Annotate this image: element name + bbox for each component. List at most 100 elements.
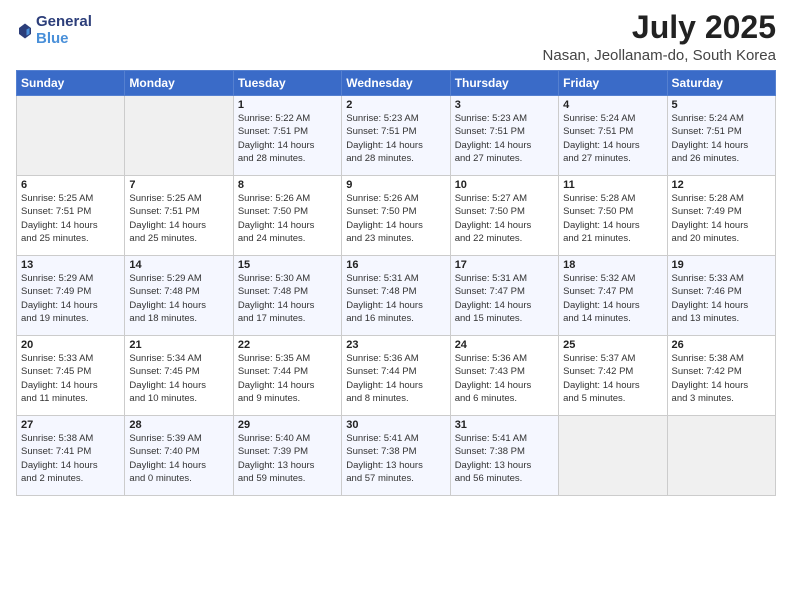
day-number: 10 xyxy=(455,179,554,191)
calendar-cell xyxy=(17,96,125,176)
cell-content: Sunrise: 5:31 AM Sunset: 7:48 PM Dayligh… xyxy=(346,272,445,325)
calendar-cell: 28Sunrise: 5:39 AM Sunset: 7:40 PM Dayli… xyxy=(125,416,233,496)
day-number: 8 xyxy=(238,179,337,191)
logo-text: General Blue xyxy=(36,14,92,47)
cell-content: Sunrise: 5:34 AM Sunset: 7:45 PM Dayligh… xyxy=(129,352,228,405)
calendar-cell: 15Sunrise: 5:30 AM Sunset: 7:48 PM Dayli… xyxy=(233,256,341,336)
logo-icon xyxy=(16,22,34,40)
cell-content: Sunrise: 5:40 AM Sunset: 7:39 PM Dayligh… xyxy=(238,432,337,485)
day-number: 1 xyxy=(238,99,337,111)
cell-content: Sunrise: 5:26 AM Sunset: 7:50 PM Dayligh… xyxy=(346,192,445,245)
day-number: 26 xyxy=(672,339,771,351)
week-row-3: 13Sunrise: 5:29 AM Sunset: 7:49 PM Dayli… xyxy=(17,256,776,336)
cell-content: Sunrise: 5:33 AM Sunset: 7:46 PM Dayligh… xyxy=(672,272,771,325)
calendar-cell xyxy=(667,416,775,496)
cell-content: Sunrise: 5:29 AM Sunset: 7:48 PM Dayligh… xyxy=(129,272,228,325)
calendar-cell: 8Sunrise: 5:26 AM Sunset: 7:50 PM Daylig… xyxy=(233,176,341,256)
cell-content: Sunrise: 5:23 AM Sunset: 7:51 PM Dayligh… xyxy=(455,112,554,165)
day-number: 19 xyxy=(672,259,771,271)
cell-content: Sunrise: 5:24 AM Sunset: 7:51 PM Dayligh… xyxy=(563,112,662,165)
col-monday: Monday xyxy=(125,71,233,96)
calendar-cell: 2Sunrise: 5:23 AM Sunset: 7:51 PM Daylig… xyxy=(342,96,450,176)
col-friday: Friday xyxy=(559,71,667,96)
day-number: 23 xyxy=(346,339,445,351)
calendar-cell: 19Sunrise: 5:33 AM Sunset: 7:46 PM Dayli… xyxy=(667,256,775,336)
week-row-5: 27Sunrise: 5:38 AM Sunset: 7:41 PM Dayli… xyxy=(17,416,776,496)
week-row-2: 6Sunrise: 5:25 AM Sunset: 7:51 PM Daylig… xyxy=(17,176,776,256)
cell-content: Sunrise: 5:27 AM Sunset: 7:50 PM Dayligh… xyxy=(455,192,554,245)
day-number: 6 xyxy=(21,179,120,191)
calendar-cell xyxy=(559,416,667,496)
calendar-cell: 3Sunrise: 5:23 AM Sunset: 7:51 PM Daylig… xyxy=(450,96,558,176)
calendar-cell: 4Sunrise: 5:24 AM Sunset: 7:51 PM Daylig… xyxy=(559,96,667,176)
cell-content: Sunrise: 5:25 AM Sunset: 7:51 PM Dayligh… xyxy=(129,192,228,245)
day-number: 5 xyxy=(672,99,771,111)
col-tuesday: Tuesday xyxy=(233,71,341,96)
col-thursday: Thursday xyxy=(450,71,558,96)
calendar-page: General Blue July 2025 Nasan, Jeollanam-… xyxy=(0,0,792,612)
calendar-cell: 16Sunrise: 5:31 AM Sunset: 7:48 PM Dayli… xyxy=(342,256,450,336)
day-number: 13 xyxy=(21,259,120,271)
calendar-cell: 5Sunrise: 5:24 AM Sunset: 7:51 PM Daylig… xyxy=(667,96,775,176)
cell-content: Sunrise: 5:38 AM Sunset: 7:41 PM Dayligh… xyxy=(21,432,120,485)
calendar-cell: 31Sunrise: 5:41 AM Sunset: 7:38 PM Dayli… xyxy=(450,416,558,496)
calendar-body: 1Sunrise: 5:22 AM Sunset: 7:51 PM Daylig… xyxy=(17,96,776,496)
calendar-cell: 30Sunrise: 5:41 AM Sunset: 7:38 PM Dayli… xyxy=(342,416,450,496)
week-row-1: 1Sunrise: 5:22 AM Sunset: 7:51 PM Daylig… xyxy=(17,96,776,176)
cell-content: Sunrise: 5:32 AM Sunset: 7:47 PM Dayligh… xyxy=(563,272,662,325)
cell-content: Sunrise: 5:31 AM Sunset: 7:47 PM Dayligh… xyxy=(455,272,554,325)
day-number: 27 xyxy=(21,419,120,431)
calendar-cell: 10Sunrise: 5:27 AM Sunset: 7:50 PM Dayli… xyxy=(450,176,558,256)
cell-content: Sunrise: 5:33 AM Sunset: 7:45 PM Dayligh… xyxy=(21,352,120,405)
col-sunday: Sunday xyxy=(17,71,125,96)
col-saturday: Saturday xyxy=(667,71,775,96)
calendar-cell: 9Sunrise: 5:26 AM Sunset: 7:50 PM Daylig… xyxy=(342,176,450,256)
calendar-cell: 20Sunrise: 5:33 AM Sunset: 7:45 PM Dayli… xyxy=(17,336,125,416)
header-row: Sunday Monday Tuesday Wednesday Thursday… xyxy=(17,71,776,96)
day-number: 12 xyxy=(672,179,771,191)
calendar-cell xyxy=(125,96,233,176)
day-number: 4 xyxy=(563,99,662,111)
day-number: 28 xyxy=(129,419,228,431)
day-number: 17 xyxy=(455,259,554,271)
cell-content: Sunrise: 5:36 AM Sunset: 7:43 PM Dayligh… xyxy=(455,352,554,405)
calendar-table: Sunday Monday Tuesday Wednesday Thursday… xyxy=(16,70,776,496)
calendar-cell: 1Sunrise: 5:22 AM Sunset: 7:51 PM Daylig… xyxy=(233,96,341,176)
day-number: 18 xyxy=(563,259,662,271)
cell-content: Sunrise: 5:37 AM Sunset: 7:42 PM Dayligh… xyxy=(563,352,662,405)
day-number: 29 xyxy=(238,419,337,431)
week-row-4: 20Sunrise: 5:33 AM Sunset: 7:45 PM Dayli… xyxy=(17,336,776,416)
calendar-cell: 24Sunrise: 5:36 AM Sunset: 7:43 PM Dayli… xyxy=(450,336,558,416)
cell-content: Sunrise: 5:28 AM Sunset: 7:49 PM Dayligh… xyxy=(672,192,771,245)
calendar-cell: 22Sunrise: 5:35 AM Sunset: 7:44 PM Dayli… xyxy=(233,336,341,416)
calendar-header: Sunday Monday Tuesday Wednesday Thursday… xyxy=(17,71,776,96)
day-number: 20 xyxy=(21,339,120,351)
cell-content: Sunrise: 5:41 AM Sunset: 7:38 PM Dayligh… xyxy=(346,432,445,485)
day-number: 3 xyxy=(455,99,554,111)
day-number: 24 xyxy=(455,339,554,351)
calendar-cell: 17Sunrise: 5:31 AM Sunset: 7:47 PM Dayli… xyxy=(450,256,558,336)
cell-content: Sunrise: 5:36 AM Sunset: 7:44 PM Dayligh… xyxy=(346,352,445,405)
location-title: Nasan, Jeollanam-do, South Korea xyxy=(543,47,776,64)
calendar-cell: 18Sunrise: 5:32 AM Sunset: 7:47 PM Dayli… xyxy=(559,256,667,336)
col-wednesday: Wednesday xyxy=(342,71,450,96)
calendar-cell: 12Sunrise: 5:28 AM Sunset: 7:49 PM Dayli… xyxy=(667,176,775,256)
cell-content: Sunrise: 5:25 AM Sunset: 7:51 PM Dayligh… xyxy=(21,192,120,245)
calendar-cell: 26Sunrise: 5:38 AM Sunset: 7:42 PM Dayli… xyxy=(667,336,775,416)
day-number: 9 xyxy=(346,179,445,191)
day-number: 30 xyxy=(346,419,445,431)
calendar-cell: 11Sunrise: 5:28 AM Sunset: 7:50 PM Dayli… xyxy=(559,176,667,256)
day-number: 21 xyxy=(129,339,228,351)
cell-content: Sunrise: 5:41 AM Sunset: 7:38 PM Dayligh… xyxy=(455,432,554,485)
cell-content: Sunrise: 5:28 AM Sunset: 7:50 PM Dayligh… xyxy=(563,192,662,245)
cell-content: Sunrise: 5:22 AM Sunset: 7:51 PM Dayligh… xyxy=(238,112,337,165)
day-number: 2 xyxy=(346,99,445,111)
month-title: July 2025 xyxy=(543,10,776,45)
day-number: 31 xyxy=(455,419,554,431)
cell-content: Sunrise: 5:35 AM Sunset: 7:44 PM Dayligh… xyxy=(238,352,337,405)
calendar-cell: 25Sunrise: 5:37 AM Sunset: 7:42 PM Dayli… xyxy=(559,336,667,416)
calendar-cell: 23Sunrise: 5:36 AM Sunset: 7:44 PM Dayli… xyxy=(342,336,450,416)
day-number: 14 xyxy=(129,259,228,271)
cell-content: Sunrise: 5:26 AM Sunset: 7:50 PM Dayligh… xyxy=(238,192,337,245)
day-number: 16 xyxy=(346,259,445,271)
